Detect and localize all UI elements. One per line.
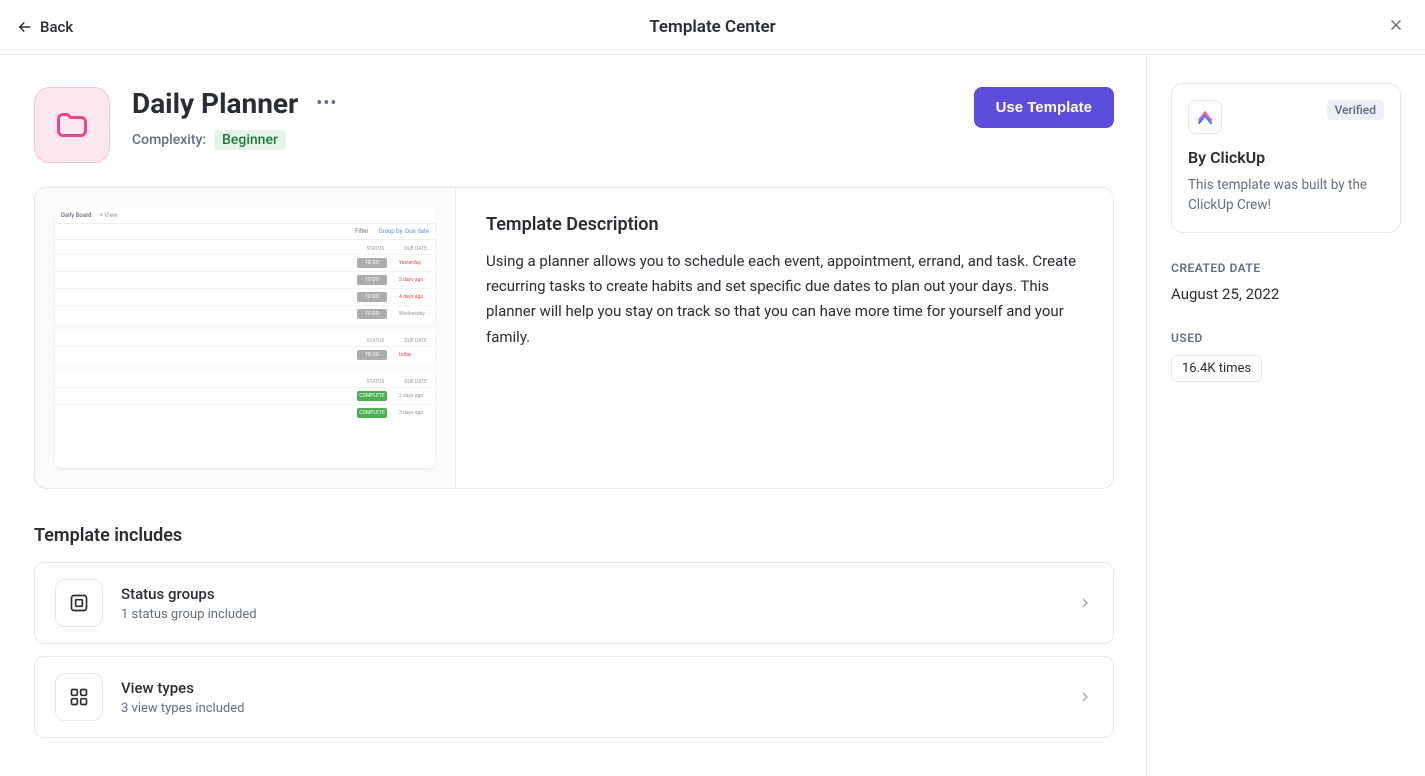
verified-badge: Verified <box>1327 100 1384 120</box>
clickup-icon <box>1196 108 1214 126</box>
grid-icon <box>55 673 103 721</box>
complexity-badge: Beginner <box>214 130 286 150</box>
title-row: Daily Planner ••• Complexity: Beginner U… <box>34 87 1114 163</box>
clickup-logo <box>1188 100 1222 134</box>
include-item-status[interactable]: Status groups 1 status group included <box>34 562 1114 644</box>
main-column: Daily Planner ••• Complexity: Beginner U… <box>0 55 1147 776</box>
description-box: Daily Board+ ViewFilterGroup by: Due dat… <box>34 187 1114 489</box>
description-text: Using a planner allows you to schedule e… <box>486 249 1083 350</box>
author-description: This template was built by the ClickUp C… <box>1188 175 1384 216</box>
sidebar: Verified By ClickUp This template was bu… <box>1147 55 1425 776</box>
chevron-right-icon <box>1077 689 1093 705</box>
used-label: USED <box>1171 331 1401 345</box>
more-options-button[interactable]: ••• <box>316 93 337 114</box>
template-preview: Daily Board+ ViewFilterGroup by: Due dat… <box>55 208 435 468</box>
template-icon-box <box>34 87 110 163</box>
author-card: Verified By ClickUp This template was bu… <box>1171 83 1401 233</box>
close-button[interactable] <box>1383 12 1409 42</box>
created-date-value: August 25, 2022 <box>1171 285 1401 303</box>
back-label: Back <box>40 18 73 36</box>
include-item-grid[interactable]: View types 3 view types included <box>34 656 1114 738</box>
folder-icon <box>54 107 90 143</box>
arrow-left-icon <box>16 18 34 36</box>
chevron-right-icon <box>1077 595 1093 611</box>
includes-heading: Template includes <box>34 525 1114 546</box>
include-name: View types <box>121 679 1059 697</box>
close-icon <box>1387 16 1405 34</box>
include-name: Status groups <box>121 585 1059 603</box>
include-subtitle: 1 status group included <box>121 607 1059 622</box>
use-template-button[interactable]: Use Template <box>974 87 1114 128</box>
content: Daily Planner ••• Complexity: Beginner U… <box>0 55 1425 776</box>
header: Back Template Center <box>0 0 1425 55</box>
status-icon <box>55 579 103 627</box>
complexity-label: Complexity: <box>132 132 206 148</box>
template-title: Daily Planner <box>132 87 298 120</box>
preview-pane: Daily Board+ ViewFilterGroup by: Due dat… <box>35 188 455 488</box>
description-heading: Template Description <box>486 214 1083 235</box>
author-name: By ClickUp <box>1188 148 1384 167</box>
includes-list: Status groups 1 status group included View… <box>34 562 1114 738</box>
title-column: Daily Planner ••• Complexity: Beginner <box>132 87 952 150</box>
page-title: Template Center <box>649 17 776 37</box>
back-button[interactable]: Back <box>16 18 73 36</box>
used-count-badge: 16.4K times <box>1171 355 1262 382</box>
description-pane: Template Description Using a planner all… <box>455 188 1113 488</box>
created-date-label: CREATED DATE <box>1171 261 1401 275</box>
include-subtitle: 3 view types included <box>121 701 1059 716</box>
